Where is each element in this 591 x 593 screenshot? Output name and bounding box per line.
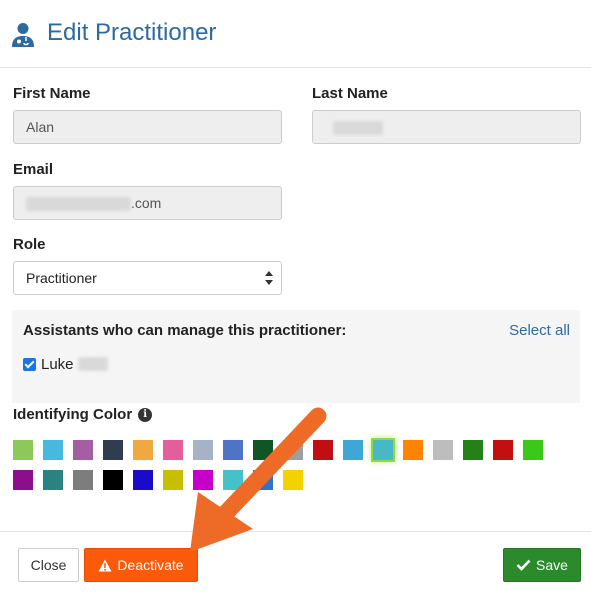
assistants-panel: Assistants who can manage this practitio… xyxy=(12,310,580,403)
info-icon[interactable]: i xyxy=(138,407,153,422)
redacted-assistant-surname xyxy=(77,357,108,371)
email-label: Email xyxy=(13,161,54,178)
close-button[interactable]: Close xyxy=(18,548,79,582)
save-button[interactable]: Save xyxy=(503,548,581,582)
color-swatch[interactable] xyxy=(73,440,93,460)
deactivate-label: Deactivate xyxy=(117,557,184,573)
redacted-last-name xyxy=(333,121,383,136)
first-name-input[interactable]: Alan xyxy=(13,110,282,144)
warning-icon xyxy=(98,559,112,571)
deactivate-button[interactable]: Deactivate xyxy=(84,548,198,582)
color-swatch[interactable] xyxy=(313,440,333,460)
color-swatch[interactable] xyxy=(403,440,423,460)
modal-footer: Close Deactivate Save xyxy=(0,531,591,593)
color-swatch[interactable] xyxy=(13,470,33,490)
modal-header: Edit Practitioner xyxy=(0,0,591,68)
first-name-label: First Name xyxy=(13,85,91,102)
redacted-email xyxy=(26,197,131,212)
assistant-item[interactable]: Luke xyxy=(23,354,108,374)
color-swatch[interactable] xyxy=(43,470,63,490)
assistant-checkbox[interactable] xyxy=(23,357,36,371)
color-swatch[interactable] xyxy=(133,440,153,460)
email-input[interactable]: .com xyxy=(13,186,282,220)
last-name-input[interactable] xyxy=(312,110,581,144)
email-suffix: .com xyxy=(131,195,162,211)
color-swatch[interactable] xyxy=(223,470,243,490)
color-swatch[interactable] xyxy=(163,470,183,490)
color-swatch[interactable] xyxy=(283,440,303,460)
color-swatch[interactable] xyxy=(283,470,303,490)
color-swatch[interactable] xyxy=(13,440,33,460)
select-all-link[interactable]: Select all xyxy=(509,322,570,339)
color-swatch[interactable] xyxy=(371,438,395,462)
color-swatch[interactable] xyxy=(193,440,213,460)
color-swatch[interactable] xyxy=(103,440,123,460)
assistants-title: Assistants who can manage this practitio… xyxy=(23,322,347,339)
color-swatch[interactable] xyxy=(103,470,123,490)
color-swatch[interactable] xyxy=(253,440,273,460)
identifying-color-text: Identifying Color xyxy=(13,406,133,423)
color-swatch[interactable] xyxy=(433,440,453,460)
color-swatch[interactable] xyxy=(523,440,543,460)
doctor-user-icon xyxy=(12,23,34,47)
color-swatch[interactable] xyxy=(223,440,243,460)
color-swatch[interactable] xyxy=(493,440,513,460)
page-title: Edit Practitioner xyxy=(47,19,217,46)
color-swatch[interactable] xyxy=(43,440,63,460)
identifying-color-label: Identifying Color i xyxy=(13,406,153,423)
role-label: Role xyxy=(13,236,46,253)
color-swatch[interactable] xyxy=(193,470,213,490)
role-select[interactable]: Practitioner xyxy=(13,261,282,295)
color-swatch[interactable] xyxy=(73,470,93,490)
save-label: Save xyxy=(536,557,568,573)
role-selected-value: Practitioner xyxy=(26,270,97,286)
last-name-label: Last Name xyxy=(312,85,388,102)
check-icon xyxy=(516,559,531,571)
color-swatch[interactable] xyxy=(463,440,483,460)
color-swatch[interactable] xyxy=(253,470,273,490)
color-swatch[interactable] xyxy=(343,440,363,460)
assistant-label: Luke xyxy=(41,355,74,373)
select-arrows-icon xyxy=(265,271,273,285)
color-swatch[interactable] xyxy=(163,440,183,460)
color-swatch[interactable] xyxy=(133,470,153,490)
